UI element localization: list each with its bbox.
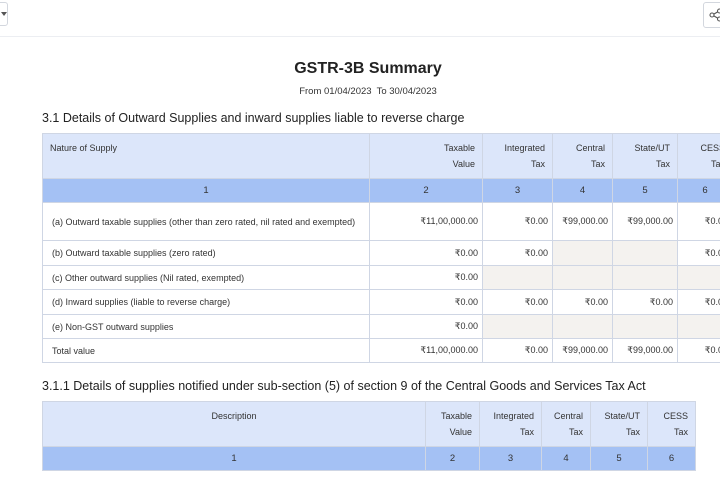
date-from: From 01/04/2023 bbox=[299, 86, 372, 97]
state-ut-tax-cell: ₹99,000.00 bbox=[612, 202, 678, 241]
column-number: 6 bbox=[677, 178, 720, 203]
state-ut-tax-cell-na bbox=[612, 265, 678, 290]
table-header-row: Description Taxable Value Integrated Tax C… bbox=[42, 401, 696, 447]
header-central-tax: Central Tax bbox=[541, 401, 591, 447]
dropdown-toggle[interactable] bbox=[0, 2, 8, 26]
outward-supplies-table: Nature of Supply Taxable Value Integrated… bbox=[42, 133, 720, 363]
header-central-tax: Central Tax bbox=[552, 133, 613, 179]
total-label: Total value bbox=[42, 338, 370, 363]
integrated-tax-cell: ₹0.00 bbox=[482, 202, 553, 241]
column-number: 5 bbox=[590, 446, 648, 471]
chevron-down-icon bbox=[1, 12, 7, 16]
central-tax-cell: ₹0.00 bbox=[552, 289, 613, 315]
column-number: 2 bbox=[425, 446, 480, 471]
notified-supplies-table: Description Taxable Value Integrated Tax C… bbox=[42, 401, 696, 471]
header-state-ut-tax: State/UT Tax bbox=[590, 401, 648, 447]
header-nature-of-supply: Nature of Supply bbox=[42, 133, 370, 179]
table-header-row: Nature of Supply Taxable Value Integrated… bbox=[42, 133, 720, 179]
total-row: Total value ₹11,00,000.00 ₹0.00 ₹99,000.… bbox=[42, 338, 720, 363]
table-row: (c) Other outward supplies (Nil rated, e… bbox=[42, 265, 720, 290]
central-tax-cell: ₹99,000.00 bbox=[552, 202, 613, 241]
column-number: 5 bbox=[612, 178, 678, 203]
header-taxable-value: Taxable Value bbox=[425, 401, 480, 447]
share-button[interactable] bbox=[703, 2, 720, 28]
integrated-tax-cell-na bbox=[482, 314, 553, 339]
taxable-value-cell: ₹0.00 bbox=[369, 289, 483, 315]
cess-cell: ₹0.00 bbox=[677, 202, 720, 241]
integrated-tax-total: ₹0.00 bbox=[482, 338, 553, 363]
state-ut-tax-total: ₹99,000.00 bbox=[612, 338, 678, 363]
column-number: 4 bbox=[552, 178, 613, 203]
table-row: (d) Inward supplies (liable to reverse c… bbox=[42, 289, 720, 315]
column-number: 1 bbox=[42, 178, 370, 203]
header-description: Description bbox=[42, 401, 426, 447]
section-3-1-1-title: 3.1.1 Details of supplies notified under… bbox=[42, 379, 646, 393]
cess-cell-na bbox=[677, 314, 720, 339]
cess-cell-na bbox=[677, 265, 720, 290]
header-integrated-tax: Integrated Tax bbox=[482, 133, 553, 179]
column-number: 4 bbox=[541, 446, 591, 471]
integrated-tax-cell-na bbox=[482, 265, 553, 290]
section-3-1-title: 3.1 Details of Outward Supplies and inwa… bbox=[42, 111, 465, 125]
column-number: 1 bbox=[42, 446, 426, 471]
column-number: 3 bbox=[482, 178, 553, 203]
top-toolbar bbox=[0, 0, 720, 37]
column-number-row: 1 2 3 4 5 6 bbox=[42, 178, 720, 203]
cess-cell: ₹0.00 bbox=[677, 240, 720, 266]
column-number-row: 1 2 3 4 5 6 bbox=[42, 446, 696, 471]
taxable-value-cell: ₹11,00,000.00 bbox=[369, 202, 483, 241]
date-range: From 01/04/2023 To 30/04/2023 bbox=[0, 86, 720, 97]
cess-cell: ₹0.00 bbox=[677, 289, 720, 315]
row-label: (a) Outward taxable supplies (other than… bbox=[42, 202, 370, 241]
state-ut-tax-cell-na bbox=[612, 240, 678, 266]
table-row: (b) Outward taxable supplies (zero rated… bbox=[42, 240, 720, 266]
central-tax-cell-na bbox=[552, 265, 613, 290]
row-label: (c) Other outward supplies (Nil rated, e… bbox=[42, 265, 370, 290]
column-number: 6 bbox=[647, 446, 696, 471]
table-row: (a) Outward taxable supplies (other than… bbox=[42, 202, 720, 241]
page-title: GSTR-3B Summary bbox=[294, 60, 442, 77]
date-to: To 30/04/2023 bbox=[376, 86, 437, 97]
header-state-ut-tax: State/UT Tax bbox=[612, 133, 678, 179]
central-tax-total: ₹99,000.00 bbox=[552, 338, 613, 363]
row-label: (e) Non-GST outward supplies bbox=[42, 314, 370, 339]
integrated-tax-cell: ₹0.00 bbox=[482, 289, 553, 315]
central-tax-cell-na bbox=[552, 240, 613, 266]
share-icon bbox=[709, 8, 720, 22]
row-label: (b) Outward taxable supplies (zero rated… bbox=[42, 240, 370, 266]
cess-total: ₹0.00 bbox=[677, 338, 720, 363]
taxable-value-total: ₹11,00,000.00 bbox=[369, 338, 483, 363]
row-label: (d) Inward supplies (liable to reverse c… bbox=[42, 289, 370, 315]
central-tax-cell-na bbox=[552, 314, 613, 339]
taxable-value-cell: ₹0.00 bbox=[369, 240, 483, 266]
header-cess-tax: CESSTax bbox=[677, 133, 720, 179]
column-number: 3 bbox=[479, 446, 542, 471]
integrated-tax-cell: ₹0.00 bbox=[482, 240, 553, 266]
state-ut-tax-cell-na bbox=[612, 314, 678, 339]
header-integrated-tax: Integrated Tax bbox=[479, 401, 542, 447]
header-taxable-value: Taxable Value bbox=[369, 133, 483, 179]
column-number: 2 bbox=[369, 178, 483, 203]
taxable-value-cell: ₹0.00 bbox=[369, 265, 483, 290]
taxable-value-cell: ₹0.00 bbox=[369, 314, 483, 339]
header-cess-tax: CESSTax bbox=[647, 401, 696, 447]
table-row: (e) Non-GST outward supplies ₹0.00 bbox=[42, 314, 720, 339]
state-ut-tax-cell: ₹0.00 bbox=[612, 289, 678, 315]
